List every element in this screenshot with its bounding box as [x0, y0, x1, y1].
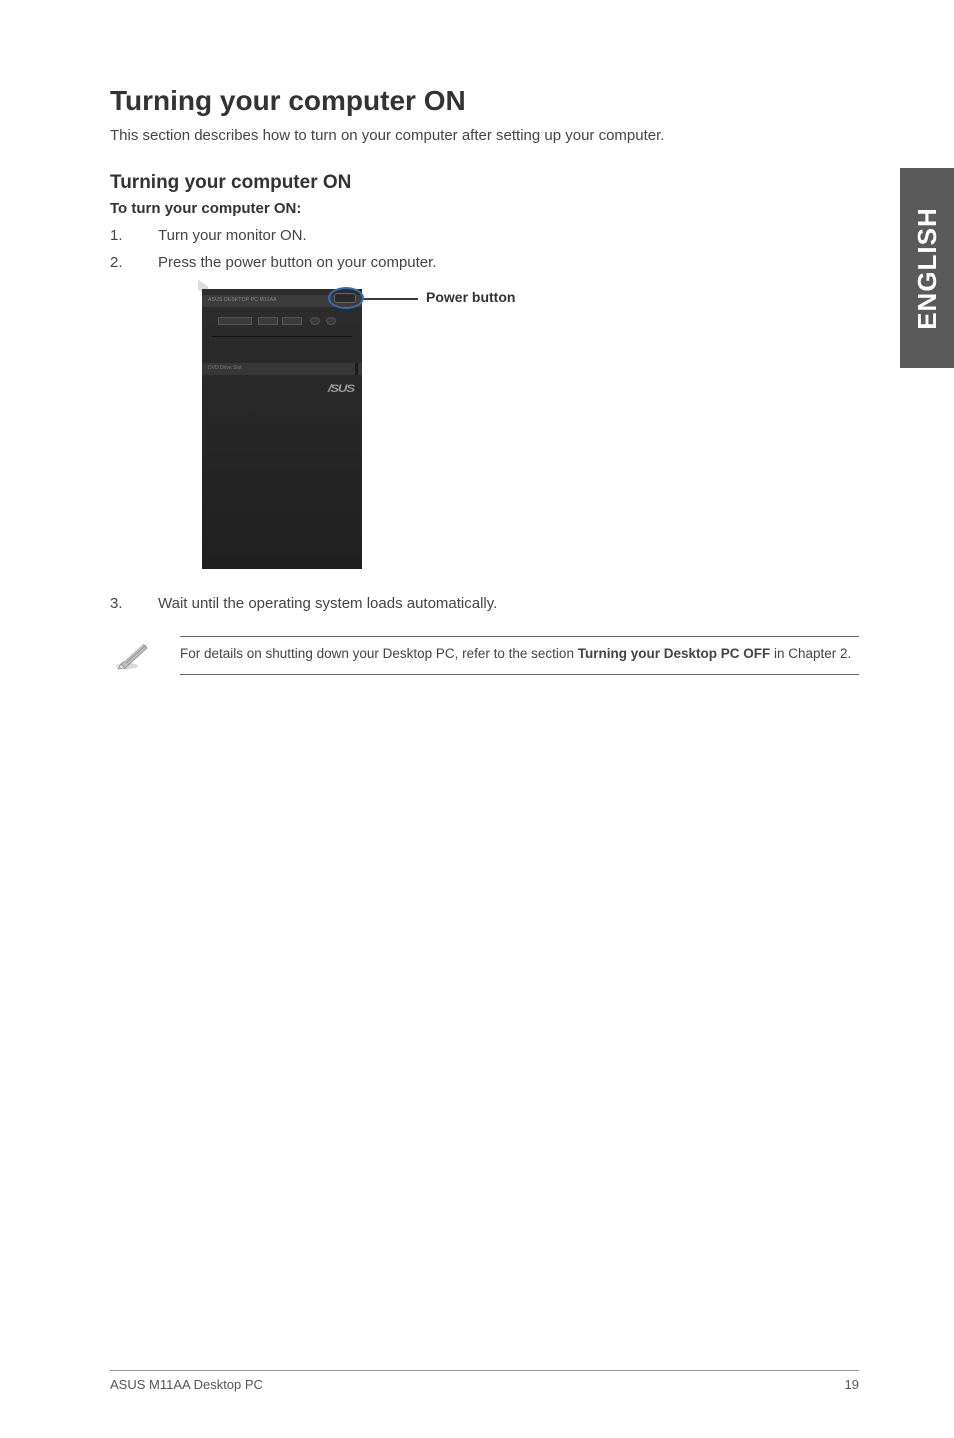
- pc-front-ports: [212, 313, 352, 337]
- footer-page-number: 19: [845, 1377, 859, 1392]
- intro-paragraph: This section describes how to turn on yo…: [110, 127, 859, 144]
- asus-logo: /SUS: [328, 383, 354, 395]
- note-block: For details on shutting down your Deskto…: [114, 636, 859, 675]
- step-text: Wait until the operating system loads au…: [158, 595, 497, 612]
- audio-jack-icon: [310, 317, 320, 325]
- note-suffix: in Chapter 2.: [770, 646, 851, 661]
- note-text: For details on shutting down your Deskto…: [180, 636, 859, 675]
- pc-front-illustration: ASUS DESKTOP PC M11AA DVD Drive Slot /SU…: [202, 283, 362, 573]
- pc-drive-label: DVD Drive Slot: [208, 365, 242, 371]
- page-footer: ASUS M11AA Desktop PC 19: [110, 1370, 859, 1392]
- subsection-lead: To turn your computer ON:: [110, 200, 859, 217]
- pc-drive-bay: DVD Drive Slot: [202, 363, 362, 375]
- step-number: 2.: [110, 254, 124, 271]
- figure: ASUS DESKTOP PC M11AA DVD Drive Slot /SU…: [202, 283, 859, 573]
- page: ENGLISH Turning your computer ON This se…: [0, 0, 954, 1438]
- step-number: 1.: [110, 227, 124, 244]
- step-1: 1. Turn your monitor ON.: [110, 227, 859, 244]
- step-text: Press the power button on your computer.: [158, 254, 437, 271]
- audio-jack-icon: [326, 317, 336, 325]
- page-title: Turning your computer ON: [110, 85, 859, 117]
- pc-top-label: ASUS DESKTOP PC M11AA: [208, 297, 277, 303]
- step-2: 2. Press the power button on your comput…: [110, 254, 859, 271]
- language-tab-label: ENGLISH: [912, 207, 943, 330]
- steps-list: 1. Turn your monitor ON. 2. Press the po…: [110, 227, 859, 271]
- language-tab: ENGLISH: [900, 168, 954, 368]
- usb-port-icon: [258, 317, 278, 325]
- section-heading: Turning your computer ON: [110, 172, 859, 194]
- footer-product: ASUS M11AA Desktop PC: [110, 1377, 263, 1392]
- note-strong: Turning your Desktop PC OFF: [578, 646, 771, 661]
- note-pencil-icon: [114, 636, 154, 672]
- usb-port-icon: [282, 317, 302, 325]
- pc-drive-eject: [355, 363, 358, 375]
- power-button-callout: Power button: [426, 289, 515, 305]
- step-text: Turn your monitor ON.: [158, 227, 307, 244]
- callout-leader-line: [362, 298, 418, 300]
- step-number: 3.: [110, 595, 124, 612]
- card-reader-slot: [218, 317, 252, 325]
- power-button-highlight-circle: [328, 287, 364, 309]
- steps-list-cont: 3. Wait until the operating system loads…: [110, 595, 859, 612]
- note-prefix: For details on shutting down your Deskto…: [180, 646, 578, 661]
- step-3: 3. Wait until the operating system loads…: [110, 595, 859, 612]
